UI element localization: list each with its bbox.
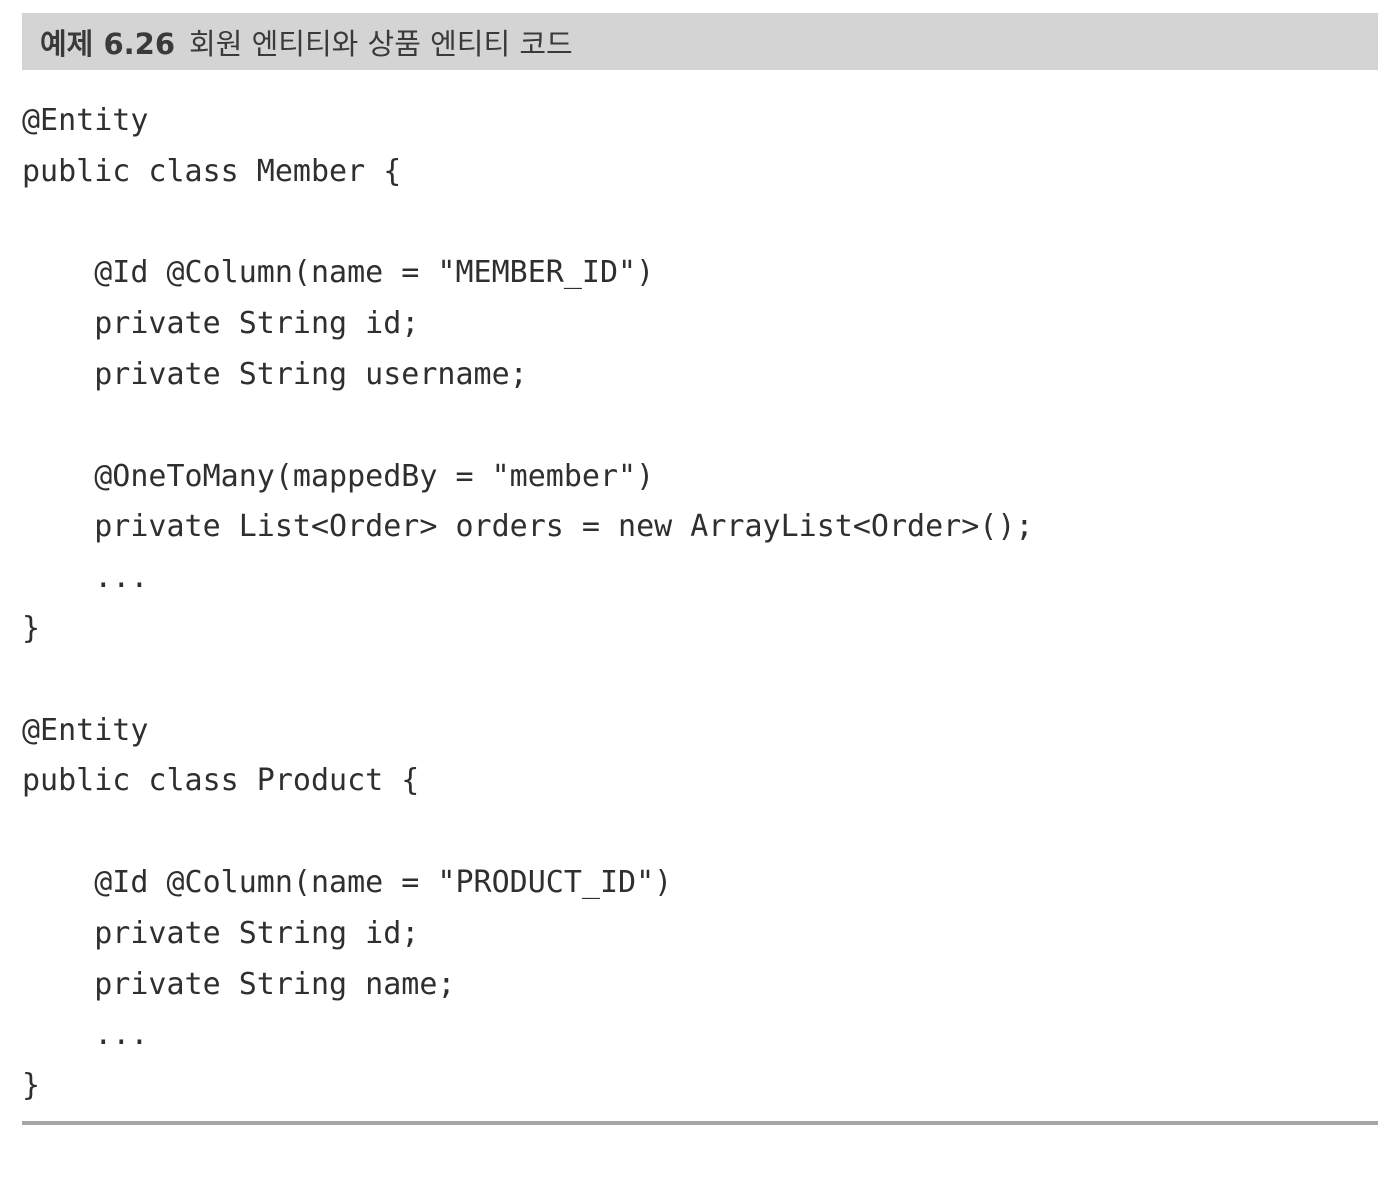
- code-listing: 예제 6.26 회원 엔티티와 상품 엔티티 코드 @Entity public c…: [22, 13, 1378, 1112]
- code-block: @Entity public class Member { @Id @Column…: [22, 96, 1378, 1112]
- code-line: private String name;: [22, 966, 456, 1002]
- code-line: @Id @Column(name = "PRODUCT_ID"): [22, 864, 673, 900]
- listing-caption: 예제 6.26 회원 엔티티와 상품 엔티티 코드: [40, 21, 573, 63]
- bottom-divider: [22, 1121, 1378, 1125]
- code-line: public class Member {: [22, 153, 402, 189]
- code-line: private String username;: [22, 356, 528, 392]
- code-line: private List<Order> orders = new ArrayLi…: [22, 509, 1034, 545]
- code-line: @Id @Column(name = "MEMBER_ID"): [22, 255, 655, 291]
- code-line: @Entity: [22, 712, 149, 748]
- code-line: @Entity: [22, 103, 149, 138]
- code-line: public class Product {: [22, 763, 420, 799]
- listing-title: 회원 엔티티와 상품 엔티티 코드: [189, 26, 573, 61]
- listing-number: 예제 6.26: [40, 26, 176, 61]
- code-line: ...: [22, 560, 149, 596]
- code-line: @OneToMany(mappedBy = "member"): [22, 458, 655, 494]
- code-line: private String id;: [22, 915, 420, 951]
- code-line: }: [22, 610, 41, 646]
- listing-caption-bar: 예제 6.26 회원 엔티티와 상품 엔티티 코드: [22, 13, 1378, 70]
- code-line: ...: [22, 1017, 149, 1053]
- code-line: private String id;: [22, 306, 420, 342]
- code-line: }: [22, 1068, 41, 1104]
